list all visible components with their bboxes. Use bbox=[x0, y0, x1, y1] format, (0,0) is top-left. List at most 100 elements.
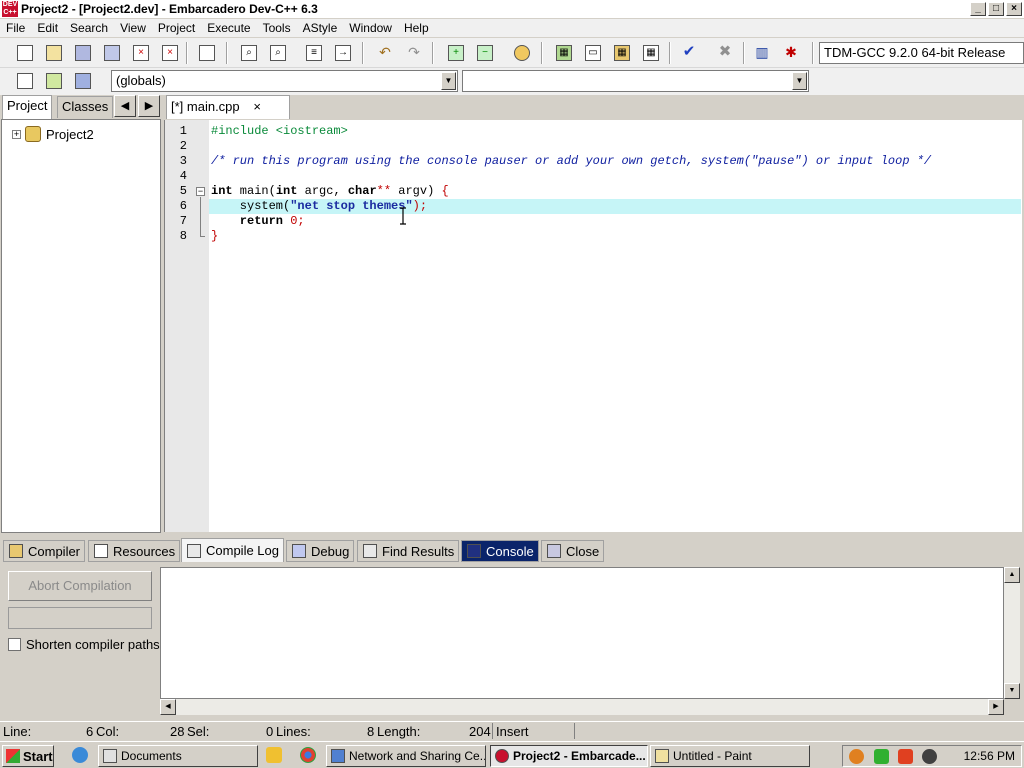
goto-bookmark-button[interactable] bbox=[72, 70, 94, 92]
shorten-paths-label: Shorten compiler paths bbox=[26, 637, 160, 652]
project-options-button[interactable] bbox=[511, 42, 533, 64]
title-bar[interactable]: DEV C++ Project2 - [Project2.dev] - Emba… bbox=[0, 0, 1024, 18]
network-icon bbox=[331, 749, 345, 763]
log-horizontal-scrollbar[interactable]: ◀ ▶ bbox=[160, 699, 1004, 715]
close-all-button[interactable]: × bbox=[159, 42, 181, 64]
internet-explorer-icon[interactable] bbox=[72, 747, 88, 763]
compile-run-icon: ▦ bbox=[614, 45, 630, 61]
code-line-8: } bbox=[211, 229, 219, 243]
close-file-button[interactable]: × bbox=[130, 42, 152, 64]
paint-icon bbox=[655, 749, 669, 763]
start-button[interactable]: Start bbox=[2, 745, 54, 767]
delete-profile-button[interactable]: ✱ bbox=[780, 42, 802, 64]
open-button[interactable] bbox=[43, 42, 65, 64]
abort-compilation-button[interactable]: Abort Compilation bbox=[8, 571, 152, 601]
tab-classes[interactable]: Classes bbox=[57, 96, 114, 118]
scroll-up-icon[interactable]: ▲ bbox=[1004, 567, 1020, 583]
line-number: 3 bbox=[179, 154, 187, 168]
menu-file[interactable]: File bbox=[0, 21, 31, 35]
rebuild-all-button[interactable]: ▦ bbox=[640, 42, 662, 64]
menu-window[interactable]: Window bbox=[343, 21, 398, 35]
profile-button[interactable]: ▥ bbox=[751, 42, 773, 64]
menu-project[interactable]: Project bbox=[152, 21, 201, 35]
taskbar-devcpp[interactable]: Project2 - Embarcade... bbox=[490, 745, 648, 767]
tab-console[interactable]: Console bbox=[461, 540, 539, 562]
undo-button[interactable]: ↶ bbox=[374, 42, 396, 64]
compile-progress-bar bbox=[8, 607, 152, 629]
print-button[interactable] bbox=[196, 42, 218, 64]
clock[interactable]: 12:56 PM bbox=[964, 748, 1015, 764]
scroll-down-icon[interactable]: ▼ bbox=[1004, 683, 1020, 699]
tab-compile-log[interactable]: Compile Log bbox=[181, 538, 284, 562]
scroll-left-icon[interactable]: ◀ bbox=[160, 699, 176, 715]
insert-button[interactable] bbox=[14, 70, 36, 92]
tab-project[interactable]: Project bbox=[2, 95, 53, 119]
menu-execute[interactable]: Execute bbox=[201, 21, 256, 35]
save-all-button[interactable] bbox=[101, 42, 123, 64]
save-button[interactable] bbox=[72, 42, 94, 64]
expand-icon[interactable]: + bbox=[12, 129, 21, 139]
shorten-paths-option[interactable]: Shorten compiler paths bbox=[8, 637, 160, 652]
taskbar-paint[interactable]: Untitled - Paint bbox=[650, 745, 810, 767]
code-editor[interactable]: 1 2 3 4 5 6 7 8 − #include <iostream> /*… bbox=[164, 120, 1022, 532]
function-combo[interactable]: ▼ bbox=[462, 70, 809, 92]
chrome-icon[interactable] bbox=[300, 747, 316, 763]
find-next-button[interactable]: ≡ bbox=[303, 42, 325, 64]
insert-icon bbox=[17, 73, 33, 89]
tab-main-cpp[interactable]: [*] main.cpp × bbox=[166, 95, 290, 119]
scroll-right-icon[interactable]: ▶ bbox=[988, 699, 1004, 715]
code-text: ; bbox=[297, 214, 305, 228]
menu-help[interactable]: Help bbox=[398, 21, 435, 35]
windows-flag-icon bbox=[6, 749, 20, 763]
tree-item-project2[interactable]: + Project2 bbox=[12, 126, 94, 142]
search-tray-icon[interactable] bbox=[849, 749, 864, 764]
remove-from-project-button[interactable]: − bbox=[474, 42, 496, 64]
taskbar-documents[interactable]: Documents bbox=[98, 745, 258, 767]
fold-collapse-icon[interactable]: − bbox=[196, 187, 205, 196]
minimize-button[interactable]: _ bbox=[970, 2, 986, 16]
stop-execution-button[interactable]: ✖ bbox=[714, 42, 736, 64]
media-player-icon[interactable] bbox=[266, 747, 282, 763]
run-button[interactable]: ▭ bbox=[582, 42, 604, 64]
toggle-bookmark-button[interactable] bbox=[43, 70, 65, 92]
add-to-project-button[interactable]: + bbox=[445, 42, 467, 64]
scope-combo[interactable]: (globals) ▼ bbox=[111, 70, 458, 92]
tab-resources[interactable]: Resources bbox=[88, 540, 181, 562]
compile-log-output[interactable] bbox=[160, 567, 1004, 699]
menu-view[interactable]: View bbox=[114, 21, 152, 35]
replace-button[interactable]: ⌕ bbox=[267, 42, 289, 64]
speaker-tray-icon[interactable] bbox=[922, 749, 937, 764]
new-file-button[interactable] bbox=[14, 42, 36, 64]
code-line-1: #include <iostream> bbox=[211, 124, 348, 138]
tab-prev-button[interactable]: ◀ bbox=[114, 95, 136, 117]
shorten-paths-checkbox[interactable] bbox=[8, 638, 21, 651]
tab-label: Resources bbox=[113, 543, 176, 559]
close-window-button[interactable]: × bbox=[1006, 2, 1022, 16]
goto-line-button[interactable]: → bbox=[332, 42, 354, 64]
menu-search[interactable]: Search bbox=[64, 21, 114, 35]
compiler-select[interactable]: TDM-GCC 9.2.0 64-bit Release bbox=[819, 42, 1024, 64]
tab-close[interactable]: Close bbox=[541, 540, 605, 562]
log-vertical-scrollbar[interactable]: ▲ ▼ bbox=[1004, 567, 1020, 699]
flag-tray-icon[interactable] bbox=[874, 749, 889, 764]
menu-tools[interactable]: Tools bbox=[257, 21, 297, 35]
system-tray: 12:56 PM bbox=[842, 745, 1022, 767]
chevron-down-icon[interactable]: ▼ bbox=[792, 72, 807, 90]
menu-astyle[interactable]: AStyle bbox=[297, 21, 344, 35]
app-tray-icon[interactable] bbox=[898, 749, 913, 764]
chevron-down-icon[interactable]: ▼ bbox=[441, 72, 456, 90]
compile-button[interactable]: ▦ bbox=[553, 42, 575, 64]
maximize-button[interactable]: □ bbox=[988, 2, 1004, 16]
close-tab-icon[interactable]: × bbox=[253, 96, 261, 118]
redo-button[interactable]: ↷ bbox=[403, 42, 425, 64]
code-text: argc, bbox=[297, 184, 348, 198]
compile-run-button[interactable]: ▦ bbox=[611, 42, 633, 64]
tab-debug[interactable]: Debug bbox=[286, 540, 355, 562]
tab-compiler[interactable]: Compiler bbox=[3, 540, 86, 562]
syntax-check-button[interactable]: ✔ bbox=[678, 42, 700, 64]
taskbar-network-sharing[interactable]: Network and Sharing Ce... bbox=[326, 745, 486, 767]
find-button[interactable]: ⌕ bbox=[238, 42, 260, 64]
tab-next-button[interactable]: ▶ bbox=[138, 95, 160, 117]
menu-edit[interactable]: Edit bbox=[31, 21, 64, 35]
tab-find-results[interactable]: Find Results bbox=[357, 540, 460, 562]
